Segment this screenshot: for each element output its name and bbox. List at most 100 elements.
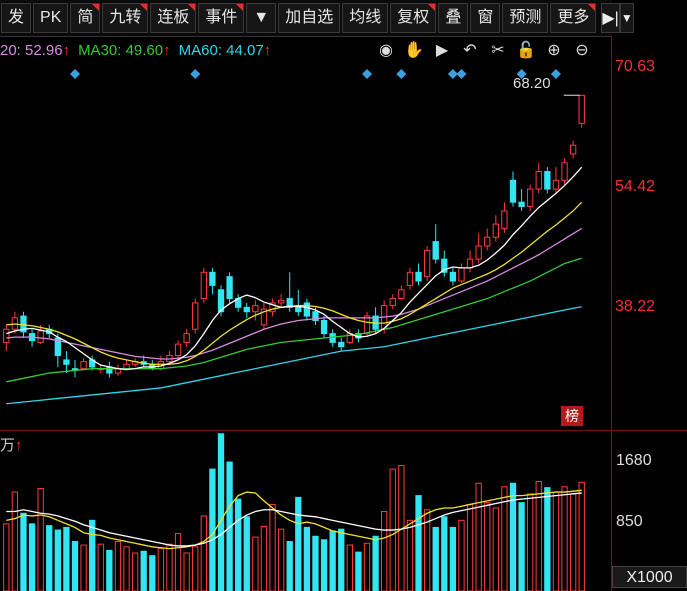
volume-bar-up — [131, 552, 139, 591]
candle-down — [209, 271, 216, 286]
volume-bar-up — [192, 546, 199, 591]
ma-legend: 20: 52.96↑ MA30: 49.60↑ MA60: 44.07↑ — [0, 42, 279, 62]
toolbar-button-label: 发 — [8, 9, 25, 26]
candle-down — [320, 319, 328, 335]
toolbar-button-12[interactable]: 预测 — [502, 3, 549, 33]
candle-up — [492, 223, 499, 238]
candle-up — [552, 179, 560, 190]
volume-bar-down — [355, 551, 362, 591]
volume-bar-up — [174, 533, 182, 591]
volume-bar-down — [441, 516, 448, 591]
event-marker-icon — [362, 69, 372, 79]
toolbar-button-7[interactable]: 加自选 — [278, 3, 341, 33]
volume-bar-down — [149, 555, 156, 591]
volume-axis-high: 1680 — [616, 452, 652, 469]
candle-up — [80, 361, 87, 370]
candle-down — [63, 359, 70, 365]
volume-bar-up — [406, 519, 414, 591]
candle-up — [183, 333, 190, 343]
toolbar: 发 PK 简九转 连板 事件 ▼ 加自选 均线 复权叠窗预测 更多 ▶| ▼ — [0, 0, 634, 37]
zoom-in-icon[interactable]: ⊕ — [543, 40, 565, 60]
volume-bar-down — [235, 498, 242, 591]
toolbar-button-3[interactable]: 九转 — [102, 3, 149, 33]
toolbar-button-label: 预测 — [509, 9, 542, 26]
candle-down — [449, 271, 457, 282]
volume-bar-up — [475, 482, 482, 591]
toolbar-button-label: 事件 — [205, 9, 238, 26]
candle-up — [174, 343, 182, 357]
candle-down — [243, 306, 250, 313]
rank-badge[interactable]: 榜 — [561, 406, 583, 426]
hand-icon[interactable]: ✋ — [403, 40, 425, 60]
toolbar-button-4[interactable]: 连板 — [150, 3, 197, 33]
candle-up — [200, 271, 207, 300]
volume-bar-down — [518, 502, 525, 591]
candle-down — [226, 276, 233, 300]
candle-up — [252, 305, 259, 313]
toolbar-button-label: 更多 — [557, 9, 590, 26]
volume-bar-up — [80, 544, 87, 591]
volume-bar-down — [28, 523, 36, 591]
toolbar-button-0[interactable]: 发 — [1, 3, 32, 33]
volume-bar-up — [492, 507, 499, 591]
volume-bar-up — [3, 523, 10, 591]
undo-icon[interactable]: ↶ — [459, 40, 481, 60]
volume-unit-text: 万 — [0, 437, 16, 454]
event-marker-icon — [550, 69, 561, 79]
eye-icon[interactable]: ◉ — [375, 40, 397, 60]
toolbar-button-1[interactable]: PK — [33, 3, 69, 33]
volume-bar-up — [123, 546, 130, 591]
volume-bar-down — [243, 516, 250, 591]
event-marker-icon — [456, 69, 467, 79]
volume-chart[interactable] — [0, 430, 612, 591]
toolbar-button-label: ▼ — [253, 9, 270, 26]
flag-corner-icon — [428, 4, 436, 11]
price-axis-top: 70.63 — [615, 58, 656, 75]
lock-icon[interactable]: 🔓 — [515, 40, 537, 60]
volume-bar-down — [432, 526, 439, 591]
candle-up — [475, 245, 482, 260]
ma-legend-arrow: ↑ — [263, 42, 272, 59]
volume-bar-up — [157, 548, 165, 591]
scissors-icon[interactable]: ✂ — [487, 40, 509, 60]
candle-up — [3, 328, 10, 343]
flag-corner-icon — [236, 4, 244, 11]
volume-bar-down — [286, 541, 293, 591]
volume-bar-down — [320, 539, 328, 591]
price-axis: 70.63 54.42 38.22 — [612, 36, 687, 591]
volume-unit-button[interactable]: X1000 — [612, 566, 687, 588]
candle-down — [544, 171, 551, 190]
volume-bar-up — [363, 542, 371, 591]
volume-bar-down — [449, 526, 457, 591]
event-marker-icon — [70, 69, 80, 79]
zoom-out-icon[interactable]: ⊖ — [571, 40, 593, 60]
volume-bar-up — [277, 528, 285, 591]
volume-bar-up — [466, 503, 474, 591]
candle-up — [561, 162, 568, 181]
toolbar-button-10[interactable]: 叠 — [438, 3, 469, 33]
toolbar-button-8[interactable]: 均线 — [342, 3, 389, 33]
toolbar-button-11[interactable]: 窗 — [470, 3, 501, 33]
volume-bar-up — [527, 493, 534, 591]
candle-up — [398, 289, 405, 300]
play-icon[interactable]: ▶ — [431, 40, 453, 60]
toolbar-button-2[interactable]: 简 — [70, 3, 101, 33]
toolbar-dropdown-icon[interactable]: ▼ — [619, 3, 634, 33]
volume-bar-down — [140, 550, 147, 591]
candle-up — [37, 330, 44, 343]
volume-bar-down — [544, 487, 551, 591]
candlestick-chart[interactable] — [0, 62, 612, 430]
ma-legend-arrow: ↑ — [163, 42, 171, 59]
toolbar-button-9[interactable]: 复权 — [390, 3, 437, 33]
volume-bar-down — [415, 495, 422, 591]
skip-end-icon[interactable]: ▶| — [601, 3, 620, 33]
toolbar-button-6[interactable]: ▼ — [246, 3, 277, 33]
volume-bar-down — [20, 512, 27, 591]
candle-up — [484, 236, 491, 247]
toolbar-button-5[interactable]: 事件 — [198, 3, 245, 33]
volume-bar-down — [89, 519, 96, 591]
toolbar-button-13[interactable]: 更多 — [550, 3, 597, 33]
candle-up — [363, 315, 371, 335]
volume-bar-up — [269, 503, 276, 591]
volume-bar-down — [106, 549, 113, 591]
